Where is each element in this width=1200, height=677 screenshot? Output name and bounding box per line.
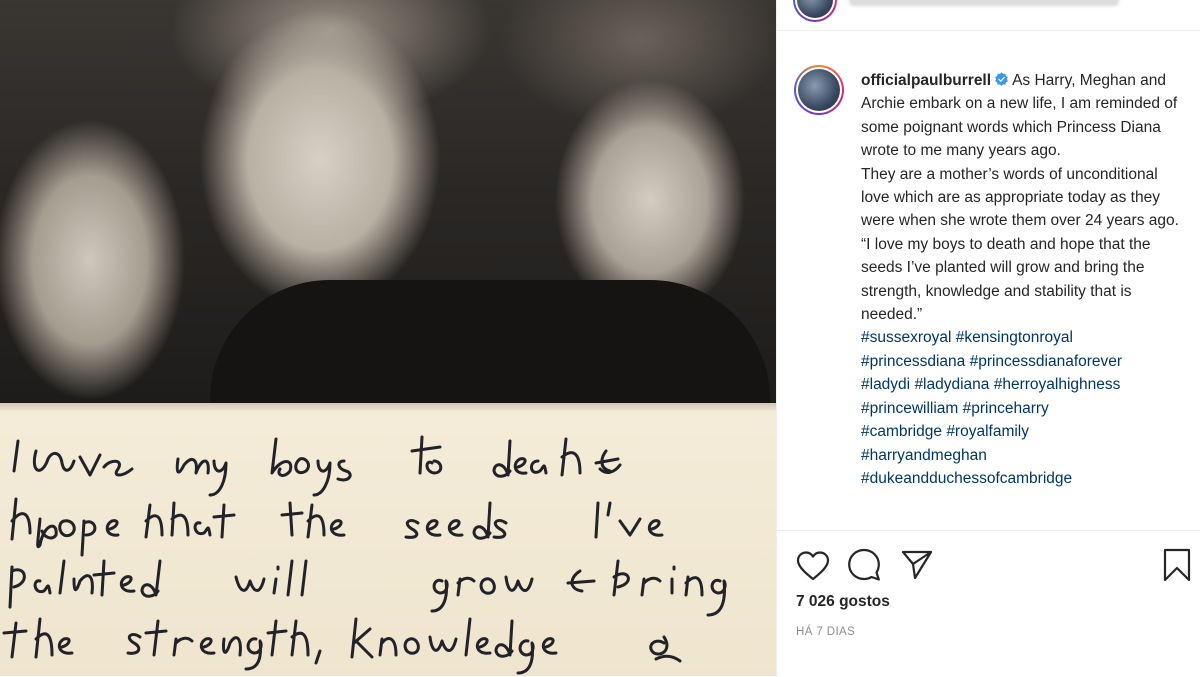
hashtag-link[interactable]: #kensingtonroyal xyxy=(956,329,1073,346)
comment-icon[interactable] xyxy=(847,548,881,582)
caption-scroll-area[interactable]: officialpaulburrell As Harry, Meghan and … xyxy=(777,31,1200,529)
header-username-cut[interactable] xyxy=(849,0,1119,6)
hashtag-link[interactable]: #dukeandduchessofcambridge xyxy=(861,470,1072,487)
post-header xyxy=(777,0,1200,31)
post-timestamp[interactable]: HÁ 7 DIAS xyxy=(796,626,855,638)
handwritten-note-drawing xyxy=(2,435,727,675)
hashtag-link[interactable]: #royalfamily xyxy=(946,423,1029,440)
caption-avatar[interactable] xyxy=(794,65,844,115)
caption-paragraph-3: “I love my boys to death and hope that t… xyxy=(861,235,1151,324)
hashtag-link[interactable]: #harryandmeghan xyxy=(861,447,987,464)
hashtag-block: #sussexroyal #kensingtonroyal #princessd… xyxy=(861,326,1181,490)
post-image[interactable] xyxy=(0,0,776,676)
caption-paragraph-2: They are a mother’s words of uncondition… xyxy=(861,165,1179,230)
hashtag-link[interactable]: #princewilliam xyxy=(861,400,958,417)
hashtag-link[interactable]: #princeharry xyxy=(963,400,1049,417)
heart-icon[interactable] xyxy=(796,551,830,581)
post-actions: 7 026 gostos HÁ 7 DIAS xyxy=(777,530,1200,677)
caption-username[interactable]: officialpaulburrell xyxy=(861,72,991,89)
handwritten-note xyxy=(0,411,776,676)
hashtag-link[interactable]: #cambridge xyxy=(861,423,942,440)
hashtag-link[interactable]: #princessdiana xyxy=(861,353,965,370)
bookmark-icon[interactable] xyxy=(1163,548,1191,582)
family-photo xyxy=(0,0,776,410)
hashtag-link[interactable]: #ladydi xyxy=(861,376,910,393)
caption-text: officialpaulburrell As Harry, Meghan and … xyxy=(861,69,1181,490)
verified-badge-icon xyxy=(995,72,1008,86)
likes-count[interactable]: 7 026 gostos xyxy=(796,593,890,611)
hashtag-link[interactable]: #princessdianaforever xyxy=(970,353,1123,370)
header-avatar[interactable] xyxy=(793,0,837,22)
post-sidebar: officialpaulburrell As Harry, Meghan and … xyxy=(776,0,1200,676)
paper-plane-icon[interactable] xyxy=(901,549,933,581)
hashtag-link[interactable]: #herroyalhighness xyxy=(994,376,1121,393)
hashtag-link[interactable]: #sussexroyal xyxy=(861,329,951,346)
hashtag-link[interactable]: #ladydiana xyxy=(914,376,989,393)
